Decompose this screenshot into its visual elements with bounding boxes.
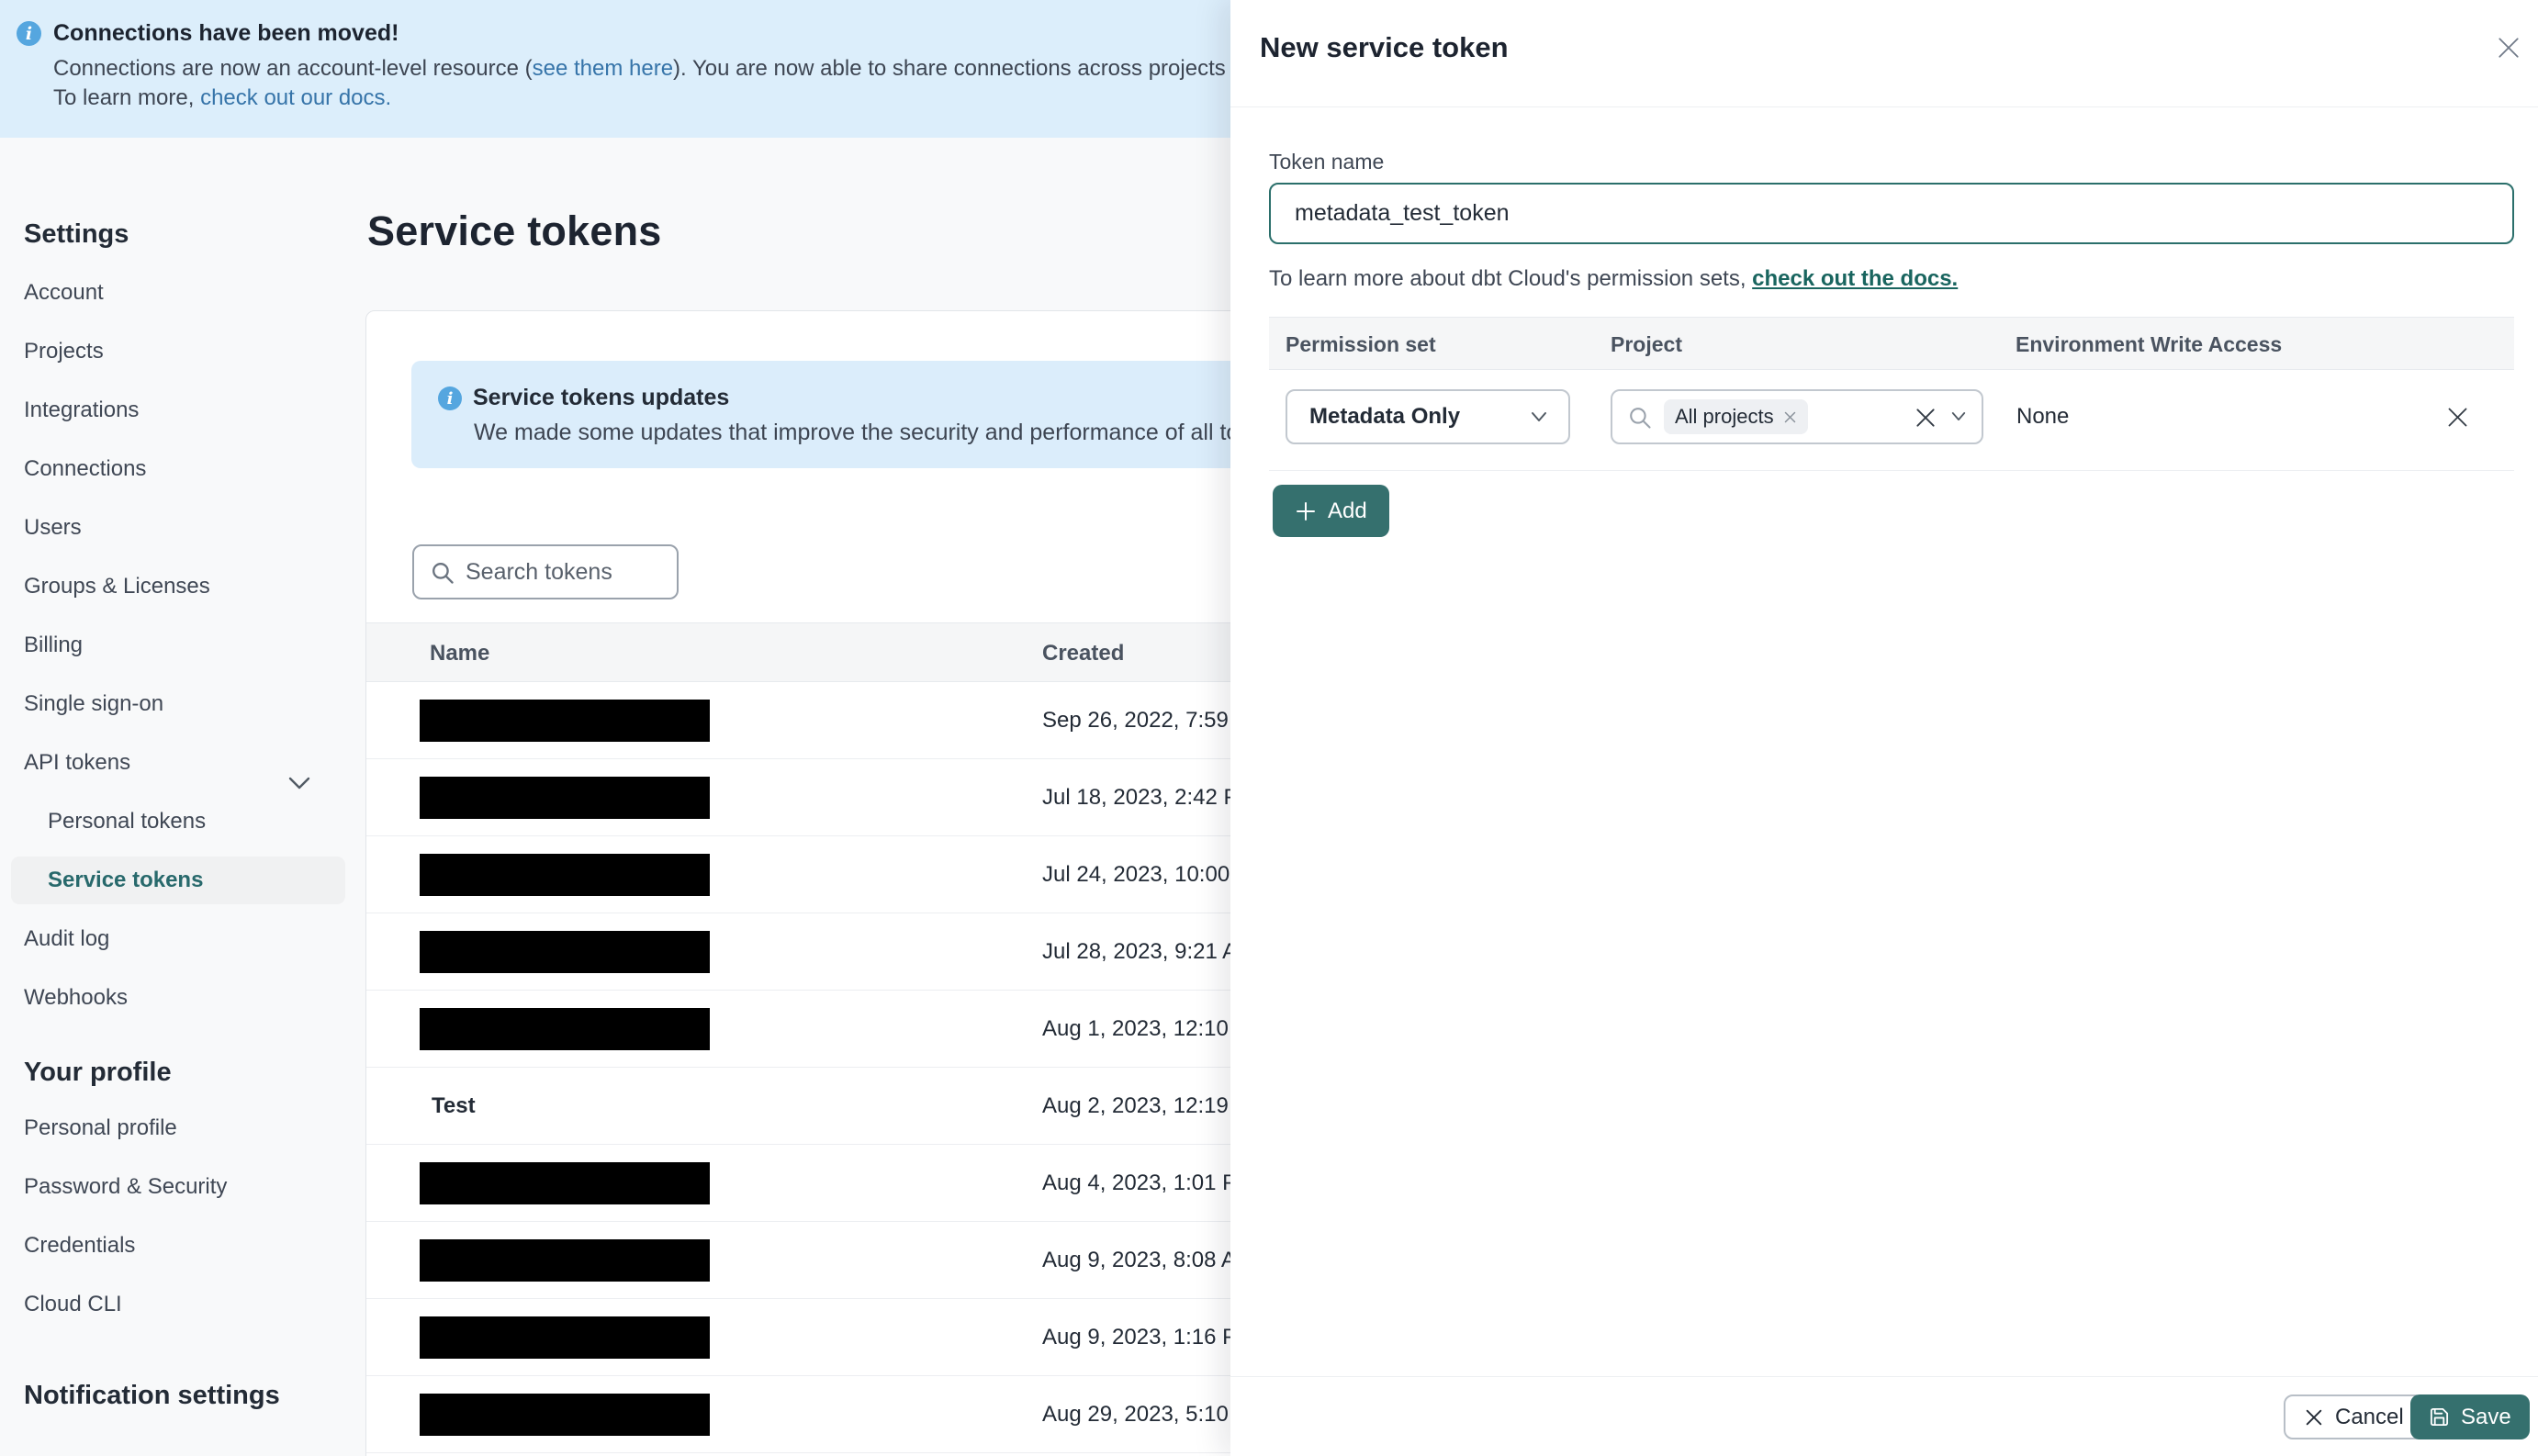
sidebar-item-single-sign-on[interactable]: Single sign-on: [0, 675, 365, 734]
sidebar-item-integrations[interactable]: Integrations: [0, 381, 365, 440]
info-icon: i: [17, 21, 41, 46]
remove-permission-row-icon[interactable]: [2439, 398, 2476, 435]
banner-title: Connections have been moved!: [53, 20, 399, 46]
chevron-down-icon: [1530, 410, 1548, 428]
cancel-button[interactable]: Cancel: [2284, 1394, 2424, 1439]
plus-icon: [1297, 501, 1315, 521]
sidebar-item-billing[interactable]: Billing: [0, 616, 365, 675]
sidebar-item-personal-tokens[interactable]: Personal tokens: [0, 792, 365, 851]
sidebar-item-api-tokens[interactable]: API tokens: [0, 734, 365, 792]
banner-body-prefix: Connections are now an account-level res…: [53, 56, 533, 81]
token-name-label: Token name: [1269, 150, 1385, 174]
clear-selection-icon[interactable]: [1914, 406, 1937, 434]
permission-row-divider: [1269, 470, 2514, 471]
token-name-input[interactable]: [1295, 185, 2488, 241]
redacted-token-name: [420, 1239, 710, 1282]
your-profile-heading: Your profile: [24, 1058, 172, 1087]
close-icon: [2306, 1409, 2322, 1425]
redacted-token-name: [420, 1008, 710, 1050]
save-button-label: Save: [2461, 1404, 2511, 1429]
add-button-label: Add: [1328, 498, 1367, 523]
sidebar-item-account[interactable]: Account: [0, 263, 365, 322]
column-header-created: Created: [1042, 641, 1125, 666]
redacted-token-name: [420, 777, 710, 819]
sidebar-item-connections[interactable]: Connections: [0, 440, 365, 498]
save-icon: [2430, 1407, 2449, 1427]
redacted-token-name: [420, 1162, 710, 1204]
panel-footer-divider: [1230, 1376, 2538, 1377]
notification-settings-heading: Notification settings: [24, 1381, 280, 1410]
sidebar-item-users[interactable]: Users: [0, 498, 365, 557]
redacted-token-name: [420, 700, 710, 742]
close-icon[interactable]: [2487, 26, 2531, 70]
info-icon: i: [438, 386, 462, 410]
banner-body-2: To learn more, check out our docs.: [53, 85, 391, 111]
sidebar-item-service-tokens[interactable]: Service tokens: [0, 851, 365, 910]
see-them-here-link[interactable]: see them here: [533, 56, 673, 81]
permission-table-header: Permission set Project Environment Write…: [1269, 317, 2514, 370]
column-header-project: Project: [1611, 332, 1682, 356]
sidebar-item-projects[interactable]: Projects: [0, 322, 365, 381]
add-permission-button[interactable]: Add: [1273, 485, 1389, 537]
save-button[interactable]: Save: [2410, 1394, 2530, 1439]
sidebar-item-groups-licenses[interactable]: Groups & Licenses: [0, 557, 365, 616]
check-out-our-docs-link[interactable]: check out our docs.: [200, 85, 391, 110]
env-write-access-value: None: [2016, 404, 2070, 429]
sidebar-item-personal-profile[interactable]: Personal profile: [0, 1099, 365, 1158]
token-name: Test: [432, 1093, 476, 1118]
page-title: Service tokens: [367, 207, 662, 254]
column-header-env-write-access: Environment Write Access: [2016, 332, 2283, 356]
sidebar-item-credentials[interactable]: Credentials: [0, 1216, 365, 1275]
project-multiselect[interactable]: All projects: [1611, 389, 1983, 444]
column-header-permission-set: Permission set: [1286, 332, 1436, 356]
cancel-button-label: Cancel: [2335, 1404, 2404, 1429]
redacted-token-name: [420, 1394, 710, 1436]
search-input[interactable]: [466, 546, 668, 598]
sidebar-item-webhooks[interactable]: Webhooks: [0, 969, 365, 1027]
settings-sidebar: Settings Account Projects Integrations C…: [0, 138, 365, 1456]
panel-title: New service token: [1260, 31, 1509, 63]
sidebar-item-password-security[interactable]: Password & Security: [0, 1158, 365, 1216]
docs-prefix: To learn more about dbt Cloud's permissi…: [1269, 266, 1753, 291]
infobox-title: Service tokens updates: [473, 385, 730, 410]
remove-chip-icon[interactable]: [1783, 410, 1797, 424]
sidebar-item-cloud-cli[interactable]: Cloud CLI: [0, 1275, 365, 1334]
permission-set-value: Metadata Only: [1309, 404, 1461, 429]
chevron-down-icon[interactable]: [1950, 410, 1967, 427]
settings-heading: Settings: [24, 219, 129, 249]
token-name-field: [1269, 183, 2514, 244]
banner-learn-more: To learn more,: [53, 85, 201, 110]
redacted-token-name: [420, 1316, 710, 1359]
check-out-the-docs-link[interactable]: check out the docs.: [1752, 266, 1958, 291]
redacted-token-name: [420, 854, 710, 896]
new-service-token-panel: New service token Token name To learn mo…: [1230, 0, 2538, 1456]
all-projects-chip[interactable]: All projects: [1664, 399, 1808, 434]
redacted-token-name: [420, 931, 710, 973]
search-icon: [1627, 405, 1653, 435]
search-tokens-box: [412, 544, 679, 599]
permission-set-select[interactable]: Metadata Only: [1286, 389, 1570, 444]
chip-label: All projects: [1675, 405, 1774, 428]
permission-docs-line: To learn more about dbt Cloud's permissi…: [1269, 266, 1958, 292]
panel-header-divider: [1230, 106, 2538, 107]
column-header-name: Name: [430, 641, 490, 666]
sidebar-item-audit-log[interactable]: Audit log: [0, 910, 365, 969]
search-icon: [430, 560, 455, 590]
